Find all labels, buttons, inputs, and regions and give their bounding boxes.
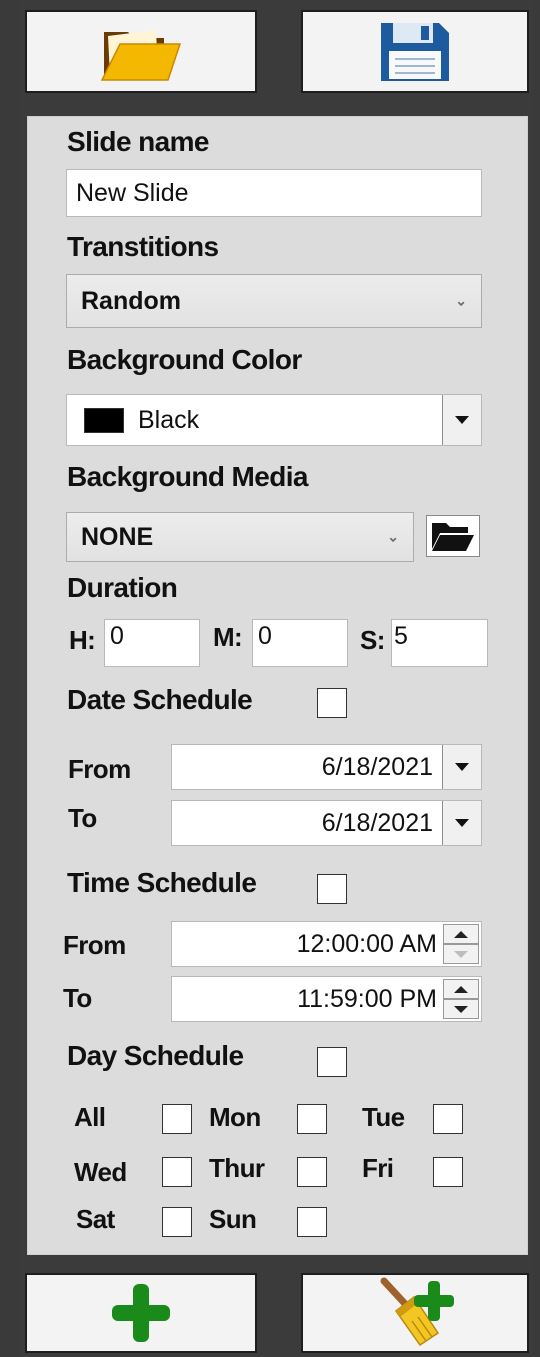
properties-panel: Slide name New Slide Transtitions Random… [27, 116, 528, 1255]
chevron-down-icon: ⌄ [387, 528, 399, 545]
minutes-value: 0 [258, 622, 272, 650]
seconds-input[interactable]: 5 [391, 619, 488, 667]
background-media-value: NONE [81, 522, 154, 551]
background-media-select[interactable]: NONE ⌄ [66, 512, 414, 562]
spin-up-button[interactable] [443, 924, 479, 944]
duration-label: Duration [67, 572, 178, 603]
calendar-dropdown-button[interactable] [442, 801, 481, 845]
hours-input[interactable]: 0 [104, 619, 200, 667]
calendar-dropdown-button[interactable] [442, 745, 481, 789]
time-to-spinner[interactable] [443, 979, 479, 1019]
open-button[interactable] [25, 10, 257, 93]
background-media-label: Background Media [67, 461, 308, 492]
spin-down-button[interactable] [443, 944, 479, 964]
day-fri-label: Fri [362, 1153, 394, 1183]
day-mon-label: Mon [209, 1102, 261, 1132]
arrow-up-icon [454, 930, 468, 938]
day-mon-checkbox[interactable] [297, 1104, 327, 1134]
broom-plus-icon [380, 1277, 454, 1347]
slide-editor: Slide name New Slide Transtitions Random… [19, 0, 533, 1357]
day-wed-label: Wed [74, 1157, 127, 1187]
clear-and-add-button[interactable] [301, 1273, 529, 1353]
background-color-label: Background Color [67, 344, 302, 375]
arrow-down-icon [454, 1005, 468, 1013]
background-color-select[interactable]: Black [66, 394, 482, 446]
chevron-down-icon [455, 763, 469, 771]
date-from-picker[interactable]: 6/18/2021 [171, 744, 482, 790]
day-all-checkbox[interactable] [162, 1104, 192, 1134]
browse-media-button[interactable] [426, 515, 480, 557]
day-sun-label: Sun [209, 1204, 257, 1234]
time-to-value: 11:59:00 PM [297, 984, 437, 1013]
day-schedule-checkbox[interactable] [317, 1047, 347, 1077]
transitions-label: Transtitions [67, 231, 219, 262]
minutes-input[interactable]: 0 [252, 619, 348, 667]
day-wed-checkbox[interactable] [162, 1157, 192, 1187]
day-sun-checkbox[interactable] [297, 1207, 327, 1237]
transitions-value: Random [81, 286, 181, 315]
date-schedule-label: Date Schedule [67, 684, 253, 715]
date-from-label: From [68, 754, 131, 784]
dropdown-button[interactable] [442, 395, 481, 445]
time-to-label: To [63, 983, 92, 1013]
background-color-value: Black [138, 405, 200, 434]
day-thur-checkbox[interactable] [297, 1157, 327, 1187]
time-from-input[interactable]: 12:00:00 AM [171, 921, 482, 967]
slide-name-label: Slide name [67, 126, 209, 157]
hours-label: H: [69, 625, 96, 655]
arrow-down-icon [454, 950, 468, 958]
time-from-label: From [63, 930, 126, 960]
seconds-value: 5 [394, 622, 408, 650]
time-from-value: 12:00:00 AM [296, 929, 437, 958]
save-button[interactable] [301, 10, 529, 93]
minutes-label: M: [213, 622, 243, 652]
time-to-input[interactable]: 11:59:00 PM [171, 976, 482, 1022]
hours-value: 0 [110, 622, 124, 650]
chevron-down-icon [455, 416, 469, 424]
date-schedule-checkbox[interactable] [317, 688, 347, 718]
date-from-value: 6/18/2021 [321, 752, 433, 781]
time-from-spinner[interactable] [443, 924, 479, 964]
arrow-up-icon [454, 985, 468, 993]
folder-open-icon [100, 29, 182, 81]
day-schedule-label: Day Schedule [67, 1040, 244, 1071]
time-schedule-checkbox[interactable] [317, 874, 347, 904]
folder-open-icon [432, 523, 474, 551]
add-slide-button[interactable] [25, 1273, 257, 1353]
date-to-picker[interactable]: 6/18/2021 [171, 800, 482, 846]
date-to-label: To [68, 803, 97, 833]
chevron-down-icon [455, 819, 469, 827]
plus-icon [112, 1284, 170, 1342]
day-sat-label: Sat [76, 1204, 115, 1234]
floppy-disk-icon [381, 22, 449, 81]
day-tue-checkbox[interactable] [433, 1104, 463, 1134]
slide-name-input[interactable]: New Slide [66, 169, 482, 217]
color-swatch [84, 407, 124, 433]
day-fri-checkbox[interactable] [433, 1157, 463, 1187]
chevron-down-icon: ⌄ [455, 292, 467, 309]
day-sat-checkbox[interactable] [162, 1207, 192, 1237]
time-schedule-label: Time Schedule [67, 867, 257, 898]
spin-up-button[interactable] [443, 979, 479, 999]
transitions-select[interactable]: Random ⌄ [66, 274, 482, 328]
day-tue-label: Tue [362, 1102, 405, 1132]
spin-down-button[interactable] [443, 999, 479, 1019]
slide-name-value: New Slide [76, 178, 189, 207]
seconds-label: S: [360, 625, 385, 655]
day-thur-label: Thur [209, 1153, 265, 1183]
date-to-value: 6/18/2021 [321, 808, 433, 837]
day-all-label: All [74, 1102, 106, 1132]
